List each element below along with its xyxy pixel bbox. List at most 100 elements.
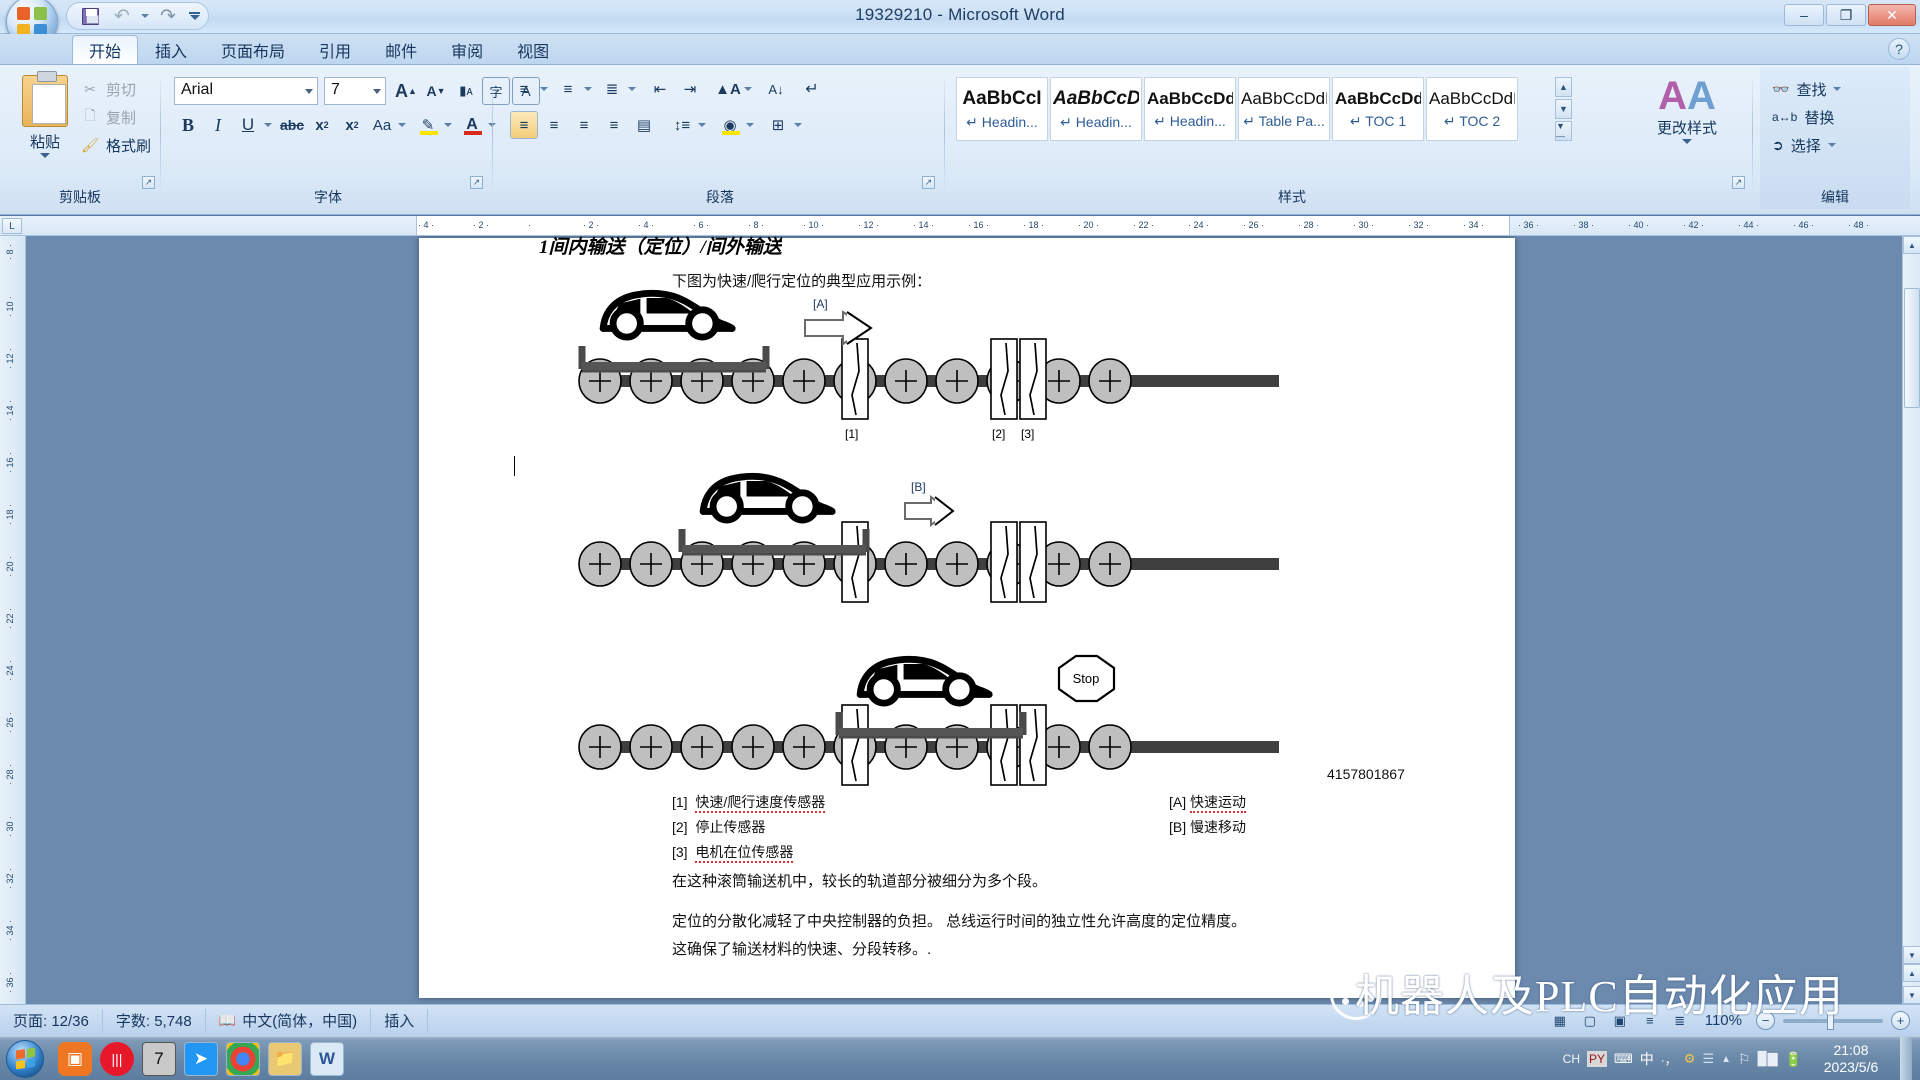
style-item-heading2[interactable]: AaBbCcDc ↵ Headin... (1050, 77, 1142, 141)
show-formatting-marks-button[interactable]: ↵ (798, 75, 826, 103)
line-spacing-dropdown-icon[interactable] (698, 123, 706, 127)
align-right-button[interactable]: ≡ (570, 111, 598, 139)
footprint-icon[interactable]: 7 (142, 1041, 176, 1076)
ime-pinyin-icon[interactable]: PY (1587, 1051, 1608, 1067)
replace-button[interactable]: a↔b 替换 (1772, 103, 1841, 131)
text-highlight-button[interactable]: ✎ (414, 111, 442, 139)
show-desktop-button[interactable] (1900, 1037, 1912, 1080)
select-button[interactable]: ➲ 选择 (1772, 131, 1841, 159)
dingtalk-icon[interactable]: ➤ (184, 1041, 218, 1076)
battery-icon[interactable]: 🔋 (1785, 1051, 1802, 1068)
scrollbar-thumb[interactable] (1904, 288, 1920, 408)
paste-button[interactable]: 粘贴 (12, 71, 78, 158)
font-color-button[interactable]: A (458, 111, 486, 139)
tab-mailings[interactable]: 邮件 (368, 35, 434, 64)
format-painter-button[interactable]: 🖌 格式刷 (80, 131, 151, 159)
change-styles-dropdown-icon[interactable] (1682, 139, 1692, 144)
network-signal-icon[interactable]: ▉▇ (1758, 1051, 1778, 1067)
document-canvas[interactable]: 1间内输送（定位）/间外输送 下图为快速/爬行定位的典型应用示例： [A] [1… (26, 236, 1902, 1004)
close-button[interactable]: ✕ (1868, 4, 1916, 26)
ime-punctuation-label[interactable]: ·， (1661, 1051, 1677, 1068)
style-item-table-paragraph[interactable]: AaBbCcDdE ↵ Table Pa... (1238, 77, 1330, 141)
minimize-button[interactable]: – (1784, 4, 1824, 26)
multilevel-dropdown-icon[interactable] (628, 87, 636, 91)
tab-view[interactable]: 视图 (500, 35, 566, 64)
document-page[interactable]: 1间内输送（定位）/间外输送 下图为快速/爬行定位的典型应用示例： [A] [1… (419, 237, 1515, 998)
explorer-icon[interactable]: 📁 (268, 1041, 302, 1076)
insert-mode[interactable]: 插入 (371, 1008, 429, 1033)
shading-dropdown-icon[interactable] (746, 123, 754, 127)
align-left-button[interactable]: ≡ (510, 111, 538, 139)
strikethrough-button[interactable]: abc (278, 111, 306, 139)
shading-button[interactable]: ◉ (716, 111, 744, 139)
styles-scroll-up-icon[interactable]: ▲ (1555, 77, 1572, 97)
font-size-combobox[interactable]: 7 (324, 77, 386, 105)
bullets-button[interactable]: ≡ (510, 75, 538, 103)
tab-insert[interactable]: 插入 (138, 35, 204, 64)
bold-button[interactable]: B (174, 111, 202, 139)
clipboard-dialog-launcher[interactable]: ↗ (142, 176, 155, 189)
chevron-down-icon[interactable] (373, 89, 381, 94)
paste-dropdown-icon[interactable] (40, 153, 50, 158)
numbering-dropdown-icon[interactable] (584, 87, 592, 91)
proofing-language[interactable]: 📖 中文(简体，中国) (206, 1008, 372, 1033)
word-icon[interactable]: W (310, 1041, 344, 1076)
word-count[interactable]: 字数: 5,748 (103, 1008, 206, 1033)
styles-more-icon[interactable]: ▼— (1555, 121, 1572, 141)
ime-toolbox-icon[interactable]: ⚙ (1684, 1051, 1696, 1067)
sort-button[interactable]: A↓ (762, 75, 790, 103)
tab-home[interactable]: 开始 (72, 35, 139, 64)
styles-scroll-down-icon[interactable]: ▼ (1555, 99, 1572, 119)
cut-button[interactable]: ✂ 剪切 (80, 75, 151, 103)
style-item-toc1[interactable]: AaBbCcDdE ↵ TOC 1 (1332, 77, 1424, 141)
asian-layout-dropdown-icon[interactable] (744, 87, 752, 91)
show-hidden-icons-icon[interactable]: ▲ (1721, 1054, 1731, 1065)
tab-selector-button[interactable]: L (2, 218, 22, 234)
borders-dropdown-icon[interactable] (794, 123, 802, 127)
justify-button[interactable]: ≡ (600, 111, 628, 139)
ime-menu-icon[interactable]: ☰ (1702, 1051, 1714, 1067)
copy-button[interactable]: 🗋 复制 (80, 103, 151, 131)
ime-keyboard-icon[interactable]: ⌨ (1614, 1051, 1633, 1067)
help-icon[interactable]: ? (1888, 38, 1910, 60)
horizontal-ruler[interactable]: L · 4 · · 2 · · · 2 · · 4 · · 6 · · 8 · · 10 · ·… (0, 216, 1920, 236)
phonetic-guide-button[interactable]: ▮ᴀ (452, 77, 480, 105)
action-center-flag-icon[interactable]: ⚐ (1738, 1051, 1751, 1068)
chevron-down-icon[interactable] (305, 89, 313, 94)
start-button[interactable] (6, 1039, 44, 1078)
highlight-dropdown-icon[interactable] (444, 123, 452, 127)
line-spacing-button[interactable]: ↕≡ (668, 111, 696, 139)
underline-button[interactable]: U (234, 111, 262, 139)
distributed-button[interactable]: ▤ (630, 111, 658, 139)
find-button[interactable]: 👓 查找 (1772, 75, 1842, 103)
asian-layout-button[interactable]: ▲A (714, 75, 742, 103)
tab-review[interactable]: 审阅 (434, 35, 500, 64)
increase-indent-button[interactable]: ⇥ (676, 75, 704, 103)
font-name-combobox[interactable]: Arial (174, 77, 318, 105)
tab-page-layout[interactable]: 页面布局 (204, 35, 302, 64)
align-center-button[interactable]: ≡ (540, 111, 568, 139)
taskbar-clock[interactable]: 21:08 2023/5/6 (1809, 1042, 1893, 1076)
ime-language-label[interactable]: CH (1563, 1052, 1580, 1066)
styles-dialog-launcher[interactable]: ↗ (1732, 176, 1745, 189)
subscript-button[interactable]: x2 (308, 111, 336, 139)
numbering-button[interactable]: ≡ (554, 75, 582, 103)
style-item-toc2[interactable]: AaBbCcDdE· ↵ TOC 2 (1426, 77, 1518, 141)
change-case-dropdown-icon[interactable] (398, 123, 406, 127)
dingapp-icon[interactable]: ▣ (58, 1041, 92, 1076)
multilevel-list-button[interactable]: ≣ (598, 75, 626, 103)
paragraph-dialog-launcher[interactable]: ↗ (922, 176, 935, 189)
maximize-button[interactable]: ❐ (1826, 4, 1866, 26)
page-indicator[interactable]: 页面: 12/36 (0, 1008, 103, 1033)
media-player-icon[interactable]: ||| (100, 1041, 134, 1076)
select-dropdown-icon[interactable] (1827, 143, 1836, 147)
change-styles-button[interactable]: AA 更改样式 (1650, 75, 1724, 144)
decrease-indent-button[interactable]: ⇤ (646, 75, 674, 103)
styles-gallery-scroll[interactable]: ▲ ▼ ▼— (1555, 77, 1572, 141)
ime-mode-label[interactable]: 中 (1640, 1049, 1654, 1069)
scroll-up-icon[interactable]: ▲ (1903, 236, 1920, 254)
shrink-font-button[interactable]: A ▼ (422, 77, 450, 105)
chrome-icon[interactable] (226, 1041, 260, 1076)
style-item-heading1[interactable]: AaBbCcI ↵ Headin... (956, 77, 1048, 141)
borders-button[interactable]: ⊞ (764, 111, 792, 139)
